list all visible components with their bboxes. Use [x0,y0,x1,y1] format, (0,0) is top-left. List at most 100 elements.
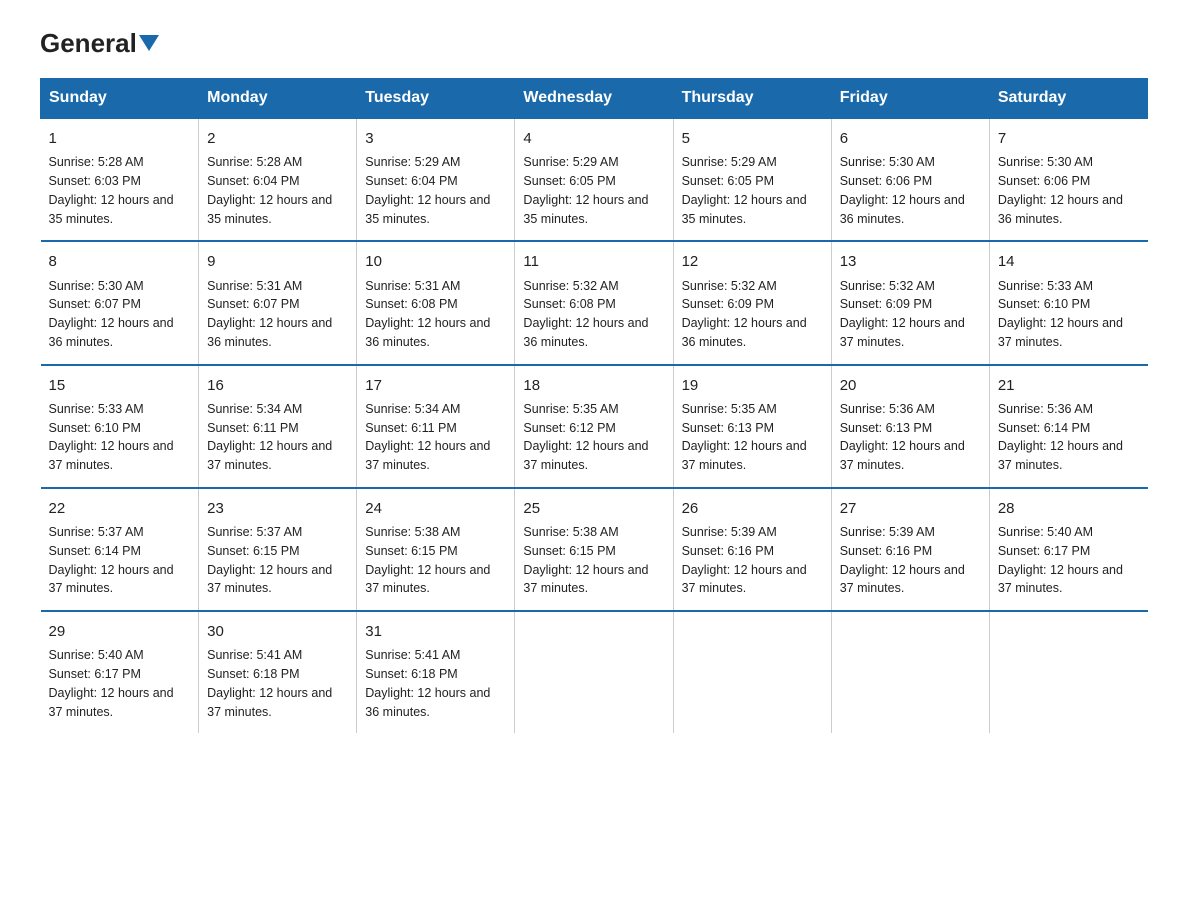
day-info: Sunrise: 5:32 AMSunset: 6:08 PMDaylight:… [523,277,664,352]
calendar-cell [673,611,831,733]
day-info: Sunrise: 5:40 AMSunset: 6:17 PMDaylight:… [998,523,1140,598]
day-number: 21 [998,374,1140,397]
day-number: 9 [207,250,348,273]
calendar-cell: 30 Sunrise: 5:41 AMSunset: 6:18 PMDayligh… [199,611,357,733]
calendar-cell: 9 Sunrise: 5:31 AMSunset: 6:07 PMDaylight… [199,241,357,364]
day-info: Sunrise: 5:35 AMSunset: 6:12 PMDaylight:… [523,400,664,475]
day-number: 25 [523,497,664,520]
day-number: 18 [523,374,664,397]
calendar-cell: 1 Sunrise: 5:28 AMSunset: 6:03 PMDaylight… [41,118,199,241]
calendar-cell: 15 Sunrise: 5:33 AMSunset: 6:10 PMDayligh… [41,365,199,488]
day-number: 20 [840,374,981,397]
calendar-cell: 14 Sunrise: 5:33 AMSunset: 6:10 PMDayligh… [989,241,1147,364]
day-info: Sunrise: 5:41 AMSunset: 6:18 PMDaylight:… [365,646,506,721]
day-info: Sunrise: 5:30 AMSunset: 6:06 PMDaylight:… [998,153,1140,228]
calendar-cell: 31 Sunrise: 5:41 AMSunset: 6:18 PMDayligh… [357,611,515,733]
day-info: Sunrise: 5:32 AMSunset: 6:09 PMDaylight:… [840,277,981,352]
header-tuesday: Tuesday [357,79,515,119]
day-number: 29 [49,620,191,643]
day-number: 11 [523,250,664,273]
day-number: 14 [998,250,1140,273]
day-number: 12 [682,250,823,273]
day-info: Sunrise: 5:41 AMSunset: 6:18 PMDaylight:… [207,646,348,721]
day-info: Sunrise: 5:33 AMSunset: 6:10 PMDaylight:… [49,400,191,475]
day-info: Sunrise: 5:37 AMSunset: 6:15 PMDaylight:… [207,523,348,598]
calendar-cell: 8Sunrise: 5:30 AMSunset: 6:07 PMDaylight… [41,241,199,364]
calendar-cell: 18 Sunrise: 5:35 AMSunset: 6:12 PMDayligh… [515,365,673,488]
day-number: 28 [998,497,1140,520]
day-number: 10 [365,250,506,273]
day-number: 22 [49,497,191,520]
calendar-cell: 4Sunrise: 5:29 AMSunset: 6:05 PMDaylight… [515,118,673,241]
day-info: Sunrise: 5:37 AMSunset: 6:14 PMDaylight:… [49,523,191,598]
logo: General [40,30,159,58]
day-info: Sunrise: 5:31 AMSunset: 6:08 PMDaylight:… [365,277,506,352]
header-thursday: Thursday [673,79,831,119]
calendar-cell: 29Sunrise: 5:40 AMSunset: 6:17 PMDayligh… [41,611,199,733]
day-number: 19 [682,374,823,397]
day-number: 6 [840,127,981,150]
calendar-cell: 12Sunrise: 5:32 AMSunset: 6:09 PMDayligh… [673,241,831,364]
header-saturday: Saturday [989,79,1147,119]
day-number: 24 [365,497,506,520]
calendar-cell: 3 Sunrise: 5:29 AMSunset: 6:04 PMDaylight… [357,118,515,241]
calendar-cell: 7 Sunrise: 5:30 AMSunset: 6:06 PMDaylight… [989,118,1147,241]
day-info: Sunrise: 5:29 AMSunset: 6:04 PMDaylight:… [365,153,506,228]
day-info: Sunrise: 5:39 AMSunset: 6:16 PMDaylight:… [840,523,981,598]
calendar-cell: 28 Sunrise: 5:40 AMSunset: 6:17 PMDayligh… [989,488,1147,611]
day-info: Sunrise: 5:38 AMSunset: 6:15 PMDaylight:… [523,523,664,598]
day-info: Sunrise: 5:39 AMSunset: 6:16 PMDaylight:… [682,523,823,598]
calendar-cell: 23 Sunrise: 5:37 AMSunset: 6:15 PMDayligh… [199,488,357,611]
calendar-cell: 21Sunrise: 5:36 AMSunset: 6:14 PMDayligh… [989,365,1147,488]
calendar-cell: 19Sunrise: 5:35 AMSunset: 6:13 PMDayligh… [673,365,831,488]
logo-general: General [40,28,137,58]
calendar-cell: 6 Sunrise: 5:30 AMSunset: 6:06 PMDaylight… [831,118,989,241]
calendar-cell [515,611,673,733]
calendar-cell: 13 Sunrise: 5:32 AMSunset: 6:09 PMDayligh… [831,241,989,364]
day-number: 30 [207,620,348,643]
calendar-cell [989,611,1147,733]
day-info: Sunrise: 5:33 AMSunset: 6:10 PMDaylight:… [998,277,1140,352]
calendar-cell: 27 Sunrise: 5:39 AMSunset: 6:16 PMDayligh… [831,488,989,611]
day-info: Sunrise: 5:38 AMSunset: 6:15 PMDaylight:… [365,523,506,598]
header-monday: Monday [199,79,357,119]
day-number: 16 [207,374,348,397]
day-info: Sunrise: 5:28 AMSunset: 6:03 PMDaylight:… [49,153,191,228]
calendar-cell: 5Sunrise: 5:29 AMSunset: 6:05 PMDaylight… [673,118,831,241]
day-info: Sunrise: 5:30 AMSunset: 6:07 PMDaylight:… [49,277,191,352]
header-wednesday: Wednesday [515,79,673,119]
day-number: 1 [49,127,191,150]
calendar-cell: 22 Sunrise: 5:37 AMSunset: 6:14 PMDayligh… [41,488,199,611]
day-number: 4 [523,127,664,150]
calendar-table: SundayMondayTuesdayWednesdayThursdayFrid… [40,78,1148,733]
calendar-cell: 24 Sunrise: 5:38 AMSunset: 6:15 PMDayligh… [357,488,515,611]
day-info: Sunrise: 5:34 AMSunset: 6:11 PMDaylight:… [365,400,506,475]
calendar-week-row: 15 Sunrise: 5:33 AMSunset: 6:10 PMDayligh… [41,365,1148,488]
logo-triangle-icon [139,35,159,51]
day-number: 31 [365,620,506,643]
day-info: Sunrise: 5:30 AMSunset: 6:06 PMDaylight:… [840,153,981,228]
day-number: 13 [840,250,981,273]
calendar-cell: 11 Sunrise: 5:32 AMSunset: 6:08 PMDayligh… [515,241,673,364]
page-header: General [40,30,1148,58]
calendar-cell: 17Sunrise: 5:34 AMSunset: 6:11 PMDayligh… [357,365,515,488]
calendar-week-row: 8Sunrise: 5:30 AMSunset: 6:07 PMDaylight… [41,241,1148,364]
calendar-cell [831,611,989,733]
header-sunday: Sunday [41,79,199,119]
day-info: Sunrise: 5:34 AMSunset: 6:11 PMDaylight:… [207,400,348,475]
day-number: 27 [840,497,981,520]
day-number: 7 [998,127,1140,150]
calendar-week-row: 22 Sunrise: 5:37 AMSunset: 6:14 PMDayligh… [41,488,1148,611]
day-number: 3 [365,127,506,150]
day-number: 23 [207,497,348,520]
calendar-cell: 10 Sunrise: 5:31 AMSunset: 6:08 PMDayligh… [357,241,515,364]
day-info: Sunrise: 5:36 AMSunset: 6:13 PMDaylight:… [840,400,981,475]
day-info: Sunrise: 5:31 AMSunset: 6:07 PMDaylight:… [207,277,348,352]
day-number: 15 [49,374,191,397]
calendar-cell: 26 Sunrise: 5:39 AMSunset: 6:16 PMDayligh… [673,488,831,611]
day-number: 26 [682,497,823,520]
calendar-week-row: 1 Sunrise: 5:28 AMSunset: 6:03 PMDaylight… [41,118,1148,241]
header-friday: Friday [831,79,989,119]
calendar-cell: 2Sunrise: 5:28 AMSunset: 6:04 PMDaylight… [199,118,357,241]
calendar-cell: 25 Sunrise: 5:38 AMSunset: 6:15 PMDayligh… [515,488,673,611]
